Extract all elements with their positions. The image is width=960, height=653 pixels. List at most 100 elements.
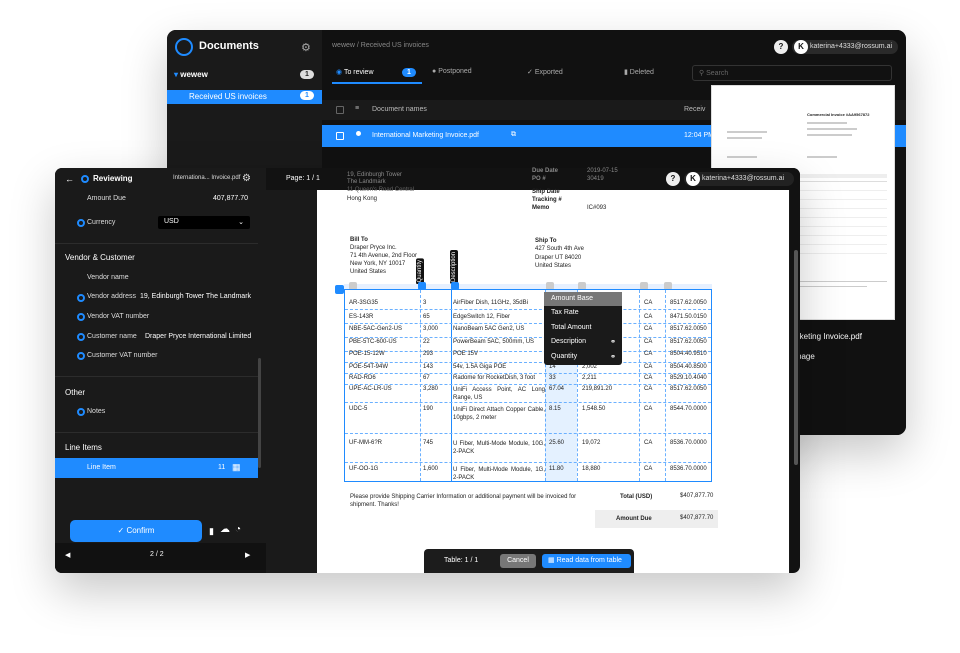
currency-select[interactable]: USD ⌄ — [158, 216, 250, 229]
table-cell[interactable]: CA — [644, 406, 652, 412]
back-arrow-icon[interactable]: ← — [65, 174, 74, 184]
table-cell[interactable]: Radome for RocketDish, 3 foot — [453, 375, 535, 381]
table-cell[interactable]: 8529.10.4040 — [670, 375, 707, 381]
tab-deleted[interactable]: ▮ Deleted — [624, 68, 654, 76]
table-cell[interactable]: 219,891.20 — [582, 386, 612, 392]
table-cell[interactable]: 3,000 — [423, 326, 438, 332]
table-cell[interactable]: 2,211 — [582, 375, 597, 381]
eye-icon[interactable] — [77, 294, 85, 302]
trash-icon[interactable]: ▮ — [209, 526, 214, 537]
clock-icon[interactable]: ◔ — [235, 524, 241, 535]
table-cell[interactable]: CA — [644, 375, 652, 381]
table-cell[interactable]: UDC-5 — [349, 406, 367, 412]
menu-item-tax-rate[interactable]: Tax Rate — [544, 306, 622, 320]
table-cell[interactable]: 190 — [423, 406, 433, 412]
tab-exported[interactable]: ✓ Exported — [527, 68, 563, 76]
canvas-scrollbar[interactable] — [794, 250, 798, 465]
table-cell[interactable]: 25.60 — [549, 440, 564, 446]
table-cell[interactable]: U Fiber, Multi-Mode Module, 1G, 2-PACK — [453, 466, 545, 482]
table-cell[interactable]: CA — [644, 466, 652, 472]
column-label-description[interactable]: Description — [450, 250, 458, 285]
menu-item-quantity[interactable]: Quantity ⚭ — [544, 350, 622, 364]
table-cell[interactable]: CA — [644, 300, 652, 306]
filter-icon[interactable]: ≡ — [355, 105, 359, 112]
cloud-download-icon[interactable]: ☁ — [220, 524, 230, 535]
table-cell[interactable]: CA — [644, 386, 652, 392]
table-cell[interactable]: 293 — [423, 351, 433, 357]
table-cell[interactable]: AirFiber Dish, 11GHz, 35dBi — [453, 300, 528, 306]
tab-postponed[interactable]: ● Postponed — [432, 68, 472, 75]
gear-icon[interactable]: ⚙ — [242, 173, 251, 184]
table-cell[interactable]: 1,548.50 — [582, 406, 605, 412]
queue-wewew[interactable]: ▾ wewew — [174, 70, 208, 79]
confirm-button[interactable]: ✓ Confirm — [70, 520, 202, 542]
table-cell[interactable]: 8517.62.0050 — [670, 386, 707, 392]
table-cell[interactable]: 8.15 — [549, 406, 561, 412]
prev-icon[interactable]: ◀ — [65, 551, 70, 559]
table-cell[interactable]: U Fiber, Multi-Mode Module, 10G, 2-PACK — [453, 440, 545, 456]
table-cell[interactable]: 8517.62.0050 — [670, 300, 707, 306]
read-data-from-table-button[interactable]: ▦ Read data from table — [542, 554, 631, 568]
table-cell[interactable]: 8517.62.0050 — [670, 339, 707, 345]
table-cell[interactable]: ES-143R — [349, 314, 373, 320]
table-cell[interactable]: 8536.70.0000 — [670, 466, 707, 472]
table-cell[interactable]: 18,880 — [582, 466, 600, 472]
amount-due-value[interactable]: 407,877.70 — [213, 195, 248, 202]
next-icon[interactable]: ▶ — [245, 551, 250, 559]
column-document-names[interactable]: Document names — [372, 106, 427, 113]
column-received[interactable]: Receiv — [684, 106, 705, 113]
menu-item-description[interactable]: Description ⚭ — [544, 335, 622, 349]
table-cell[interactable]: 67.04 — [549, 386, 564, 392]
customer-name-value[interactable]: Draper Pryce International Limited — [145, 333, 251, 340]
table-cell[interactable]: UPE-AC-LR-US — [349, 386, 392, 392]
table-cell[interactable]: UF-OO-1G — [349, 466, 378, 472]
table-cell[interactable]: CA — [644, 440, 652, 446]
account-menu[interactable]: K katerina+4333@rossum.ai — [684, 172, 794, 186]
table-cell[interactable]: 67 — [423, 375, 430, 381]
eye-icon[interactable] — [77, 408, 85, 416]
queue-received-us-invoices[interactable]: Received US invoices — [167, 90, 322, 104]
line-item-row[interactable]: Line Item 11 ▦ — [55, 458, 258, 478]
table-cell[interactable]: 8504.40.8500 — [670, 364, 707, 370]
table-cell[interactable]: UniFi Direct Attach Copper Cable, 10gbps… — [453, 406, 545, 422]
table-cell[interactable]: 8504.40.9510 — [670, 351, 707, 357]
eye-icon[interactable] — [77, 219, 85, 227]
table-cell[interactable]: UF-MM-6?R — [349, 440, 382, 446]
table-cell[interactable]: 11.80 — [549, 466, 564, 472]
table-grid-icon[interactable] — [335, 285, 344, 294]
column-type-menu[interactable]: Amount Base Tax Rate Total Amount Descri… — [544, 292, 622, 365]
table-cell[interactable]: CA — [644, 339, 652, 345]
menu-item-amount-base[interactable]: Amount Base — [544, 292, 622, 306]
table-cell[interactable]: POE 15V — [453, 351, 478, 357]
select-all-checkbox[interactable] — [336, 106, 344, 114]
table-cell[interactable]: PBE-5TC-600-US — [349, 339, 397, 345]
help-button[interactable]: ? — [774, 40, 788, 54]
cancel-button[interactable]: Cancel — [500, 554, 536, 568]
table-cell[interactable]: 745 — [423, 440, 433, 446]
help-button[interactable]: ? — [666, 172, 680, 186]
table-cell[interactable]: POE-15-12W — [349, 351, 385, 357]
menu-item-total-amount[interactable]: Total Amount — [544, 321, 622, 335]
table-cell[interactable]: 1,600 — [423, 466, 438, 472]
table-cell[interactable]: EdgeSwitch 12, Fiber — [453, 314, 510, 320]
table-cell[interactable]: POE-54T-94W — [349, 364, 388, 370]
sidebar-scrollbar[interactable] — [258, 358, 261, 468]
table-cell[interactable]: 33 — [549, 375, 556, 381]
search-input[interactable]: ⚲ Search — [692, 65, 892, 81]
table-cell[interactable]: RAD-RD6 — [349, 375, 376, 381]
eye-icon[interactable] — [77, 333, 85, 341]
table-cell[interactable]: 8517.62.0050 — [670, 326, 707, 332]
eye-icon[interactable] — [77, 313, 85, 321]
table-cell[interactable]: 54v, 1.5A Giga POE — [453, 364, 506, 370]
table-cell[interactable]: 3 — [423, 300, 426, 306]
table-cell[interactable]: PowerBeam 5AC, 500mm, US — [453, 339, 534, 345]
table-cell[interactable]: CA — [644, 326, 652, 332]
table-cell[interactable]: CA — [644, 351, 652, 357]
account-menu[interactable]: K katerina+4333@rossum.ai — [792, 40, 898, 54]
gear-icon[interactable]: ⚙ — [301, 41, 311, 54]
table-cell[interactable]: AR-3SG35 — [349, 300, 378, 306]
copy-icon[interactable]: ⧉ — [511, 131, 516, 139]
table-cell[interactable]: 8471.50.0150 — [670, 314, 707, 320]
table-cell[interactable]: 8536.70.0000 — [670, 440, 707, 446]
tab-to-review[interactable]: ◉ To review — [336, 68, 374, 76]
